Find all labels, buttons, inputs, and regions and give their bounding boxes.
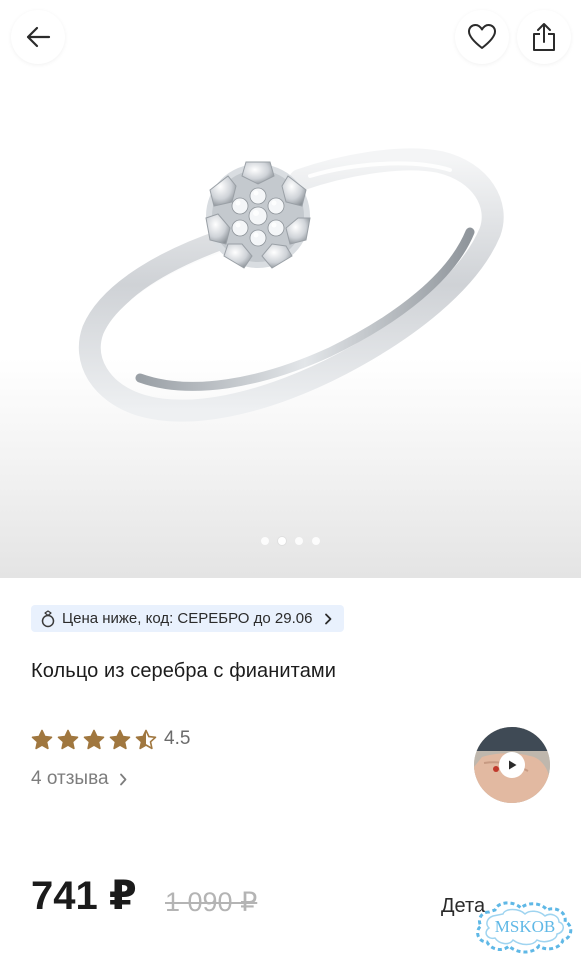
star-filled-icon [57,729,79,749]
pagination-dot[interactable] [312,537,320,545]
video-review-thumbnail[interactable] [474,727,550,803]
current-price: 741 ₽ [31,874,137,918]
pagination-dot[interactable] [261,537,269,545]
star-filled-icon [31,729,53,749]
heart-outline-icon [468,24,496,49]
back-button[interactable] [11,10,65,64]
favorite-button[interactable] [455,10,509,64]
product-image [78,148,504,422]
rating[interactable]: 4.5 [31,728,190,750]
promo-text: Цена ниже, код: СЕРЕБРО до 29.06 [62,610,313,627]
ring-icon [41,609,55,627]
share-button[interactable] [517,10,571,64]
rating-stars [31,729,157,750]
gallery-pagination [0,537,581,545]
chevron-right-icon [325,613,332,624]
star-filled-icon [83,729,105,749]
star-half-icon [135,729,157,749]
rating-value: 4.5 [164,728,191,749]
reviews-link[interactable]: 4 отзыва [31,768,127,790]
play-icon [509,760,517,770]
product-title: Кольцо из серебра с фианитами [31,660,337,682]
share-icon [533,23,555,51]
pagination-dot[interactable] [295,537,303,545]
promo-code-chip[interactable]: Цена ниже, код: СЕРЕБРО до 29.06 [31,605,345,632]
old-price: 1 090 ₽ [165,887,258,917]
chevron-right-icon [119,773,126,785]
watermark-text: MSKOB [495,917,555,936]
product-gallery[interactable] [0,0,581,578]
reviews-count: 4 отзыва [31,768,109,789]
arrow-left-icon [26,26,51,48]
star-filled-icon [109,729,131,749]
pagination-dot[interactable] [278,537,286,545]
play-button[interactable] [499,752,525,778]
watermark-logo: MSKOB [476,901,573,954]
